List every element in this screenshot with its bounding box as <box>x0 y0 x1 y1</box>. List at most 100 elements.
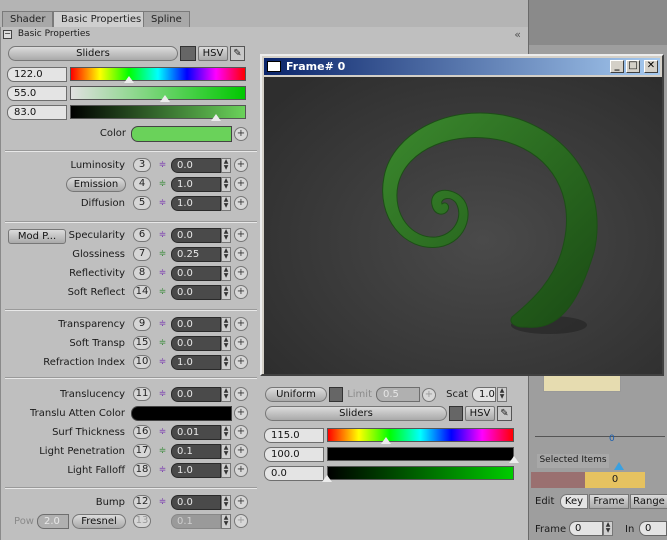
param-number-badge[interactable]: 8 <box>133 266 151 280</box>
frame-field[interactable]: 0 <box>569 521 603 536</box>
plus-button[interactable]: + <box>234 247 248 261</box>
param-number-badge[interactable]: 14 <box>133 285 151 299</box>
eyedropper-icon[interactable]: ✎ <box>230 46 245 61</box>
plus-button[interactable]: + <box>234 406 248 420</box>
param-number-badge[interactable]: 12 <box>133 495 151 509</box>
scat-spinner[interactable]: ▲ ▼ <box>497 387 507 402</box>
param-spinner[interactable]: ▲ ▼ <box>221 196 231 211</box>
hue-field[interactable]: 122.0 <box>7 67 67 82</box>
plus-button[interactable]: + <box>234 336 248 350</box>
plus-button[interactable]: + <box>234 444 248 458</box>
param-spinner[interactable]: ▲ ▼ <box>221 355 231 370</box>
saturation-slider-thumb[interactable] <box>160 95 170 102</box>
param-spinner[interactable]: ▲ ▼ <box>221 495 231 510</box>
color-mode-dropdown[interactable]: Sliders <box>8 46 178 61</box>
palette-icon[interactable] <box>180 46 196 61</box>
translu-saturation-thumb[interactable] <box>509 456 519 463</box>
render-viewport[interactable] <box>264 77 662 374</box>
param-value-field[interactable]: 0.1 <box>171 444 221 459</box>
tab-key[interactable]: Key <box>560 494 588 509</box>
translu-hue-thumb[interactable] <box>381 437 391 444</box>
param-value-field[interactable]: 1.0 <box>171 355 221 370</box>
plus-button[interactable]: + <box>234 177 248 191</box>
link-icon[interactable]: ≑ <box>158 466 167 475</box>
plus-button[interactable]: + <box>234 355 248 369</box>
saturation-slider[interactable] <box>70 86 246 100</box>
param-spinner[interactable]: ▲ ▼ <box>221 228 231 243</box>
translu-value-slider[interactable] <box>327 466 514 480</box>
param-value-field[interactable]: 0.0 <box>171 158 221 173</box>
param-number-badge[interactable]: 9 <box>133 317 151 331</box>
translu-hue-slider[interactable] <box>327 428 514 442</box>
uniform-dropdown[interactable]: Uniform <box>265 387 327 402</box>
eyedropper-icon[interactable]: ✎ <box>497 406 512 421</box>
plus-button[interactable]: + <box>234 285 248 299</box>
tab-range[interactable]: Range <box>630 494 667 509</box>
link-icon[interactable]: ≑ <box>158 447 167 456</box>
frame-spinner[interactable]: ▲ ▼ <box>603 521 613 536</box>
param-spinner[interactable]: ▲ ▼ <box>221 266 231 281</box>
param-value-field[interactable]: 0.01 <box>171 425 221 440</box>
color-plus-button[interactable]: + <box>234 127 248 141</box>
tab-frame[interactable]: Frame <box>589 494 629 509</box>
plus-button[interactable]: + <box>234 425 248 439</box>
double-chevron-left-icon[interactable]: « <box>514 28 521 41</box>
param-value-field[interactable]: 0.0 <box>171 387 221 402</box>
collapse-icon[interactable]: − <box>3 30 12 39</box>
param-value-field[interactable]: 0.0 <box>171 336 221 351</box>
param-value-field[interactable]: 0.0 <box>171 285 221 300</box>
param-value-field[interactable]: 0.0 <box>171 317 221 332</box>
tab-shader[interactable]: Shader <box>2 11 54 28</box>
translu-color-mode-dropdown[interactable]: Sliders <box>265 406 447 421</box>
link-icon[interactable]: ≑ <box>158 161 167 170</box>
param-spinner[interactable]: ▲ ▼ <box>221 158 231 173</box>
link-icon[interactable]: ≑ <box>158 320 167 329</box>
maximize-icon[interactable]: □ <box>626 60 640 73</box>
plus-button[interactable]: + <box>234 317 248 331</box>
translu-value-field[interactable]: 0.0 <box>264 466 324 481</box>
param-number-badge[interactable]: 6 <box>133 228 151 242</box>
in-field[interactable]: 0 <box>639 521 667 536</box>
link-icon[interactable]: ≑ <box>158 231 167 240</box>
param-number-badge[interactable]: 16 <box>133 425 151 439</box>
current-key[interactable]: 0 <box>585 472 645 488</box>
param-value-field[interactable]: 1.0 <box>171 463 221 478</box>
param-number-badge[interactable]: 18 <box>133 463 151 477</box>
minimize-icon[interactable]: _ <box>610 60 624 73</box>
preview-window[interactable]: Frame# 0 _ □ ✕ <box>260 54 664 376</box>
param-spinner[interactable]: ▲ ▼ <box>221 425 231 440</box>
link-icon[interactable]: ≑ <box>158 288 167 297</box>
plus-button[interactable]: + <box>234 228 248 242</box>
value-slider-thumb[interactable] <box>211 114 221 121</box>
param-value-field[interactable]: 0.25 <box>171 247 221 262</box>
param-number-badge[interactable]: 10 <box>133 355 151 369</box>
translu-atten-color-swatch[interactable] <box>131 406 232 421</box>
link-icon[interactable]: ≑ <box>158 498 167 507</box>
scat-field[interactable]: 1.0 <box>472 387 496 402</box>
fresnel-button[interactable]: Fresnel <box>72 514 126 529</box>
param-number-badge[interactable]: 3 <box>133 158 151 172</box>
plus-button[interactable]: + <box>234 387 248 401</box>
param-value-field[interactable]: 0.0 <box>171 228 221 243</box>
param-spinner[interactable]: ▲ ▼ <box>221 336 231 351</box>
param-spinner[interactable]: ▲ ▼ <box>221 387 231 402</box>
tab-spline[interactable]: Spline <box>143 11 190 28</box>
param-value-field[interactable]: 1.0 <box>171 196 221 211</box>
link-icon[interactable]: ≑ <box>158 269 167 278</box>
color-swatch[interactable] <box>131 126 232 142</box>
param-number-badge[interactable]: 15 <box>133 336 151 350</box>
link-icon[interactable]: ≑ <box>158 428 167 437</box>
plus-button[interactable]: + <box>234 196 248 210</box>
param-number-badge[interactable]: 7 <box>133 247 151 261</box>
plus-button[interactable]: + <box>234 266 248 280</box>
saturation-field[interactable]: 55.0 <box>7 86 67 101</box>
param-value-field[interactable]: 1.0 <box>171 177 221 192</box>
param-value-field[interactable]: 0.0 <box>171 266 221 281</box>
translu-hue-field[interactable]: 115.0 <box>264 428 324 443</box>
param-number-badge[interactable]: 5 <box>133 196 151 210</box>
preview-titlebar[interactable]: Frame# 0 _ □ ✕ <box>264 58 660 75</box>
close-icon[interactable]: ✕ <box>644 60 658 73</box>
translu-saturation-slider[interactable] <box>327 447 514 461</box>
param-number-badge[interactable]: 4 <box>133 177 151 191</box>
param-spinner[interactable]: ▲ ▼ <box>221 177 231 192</box>
